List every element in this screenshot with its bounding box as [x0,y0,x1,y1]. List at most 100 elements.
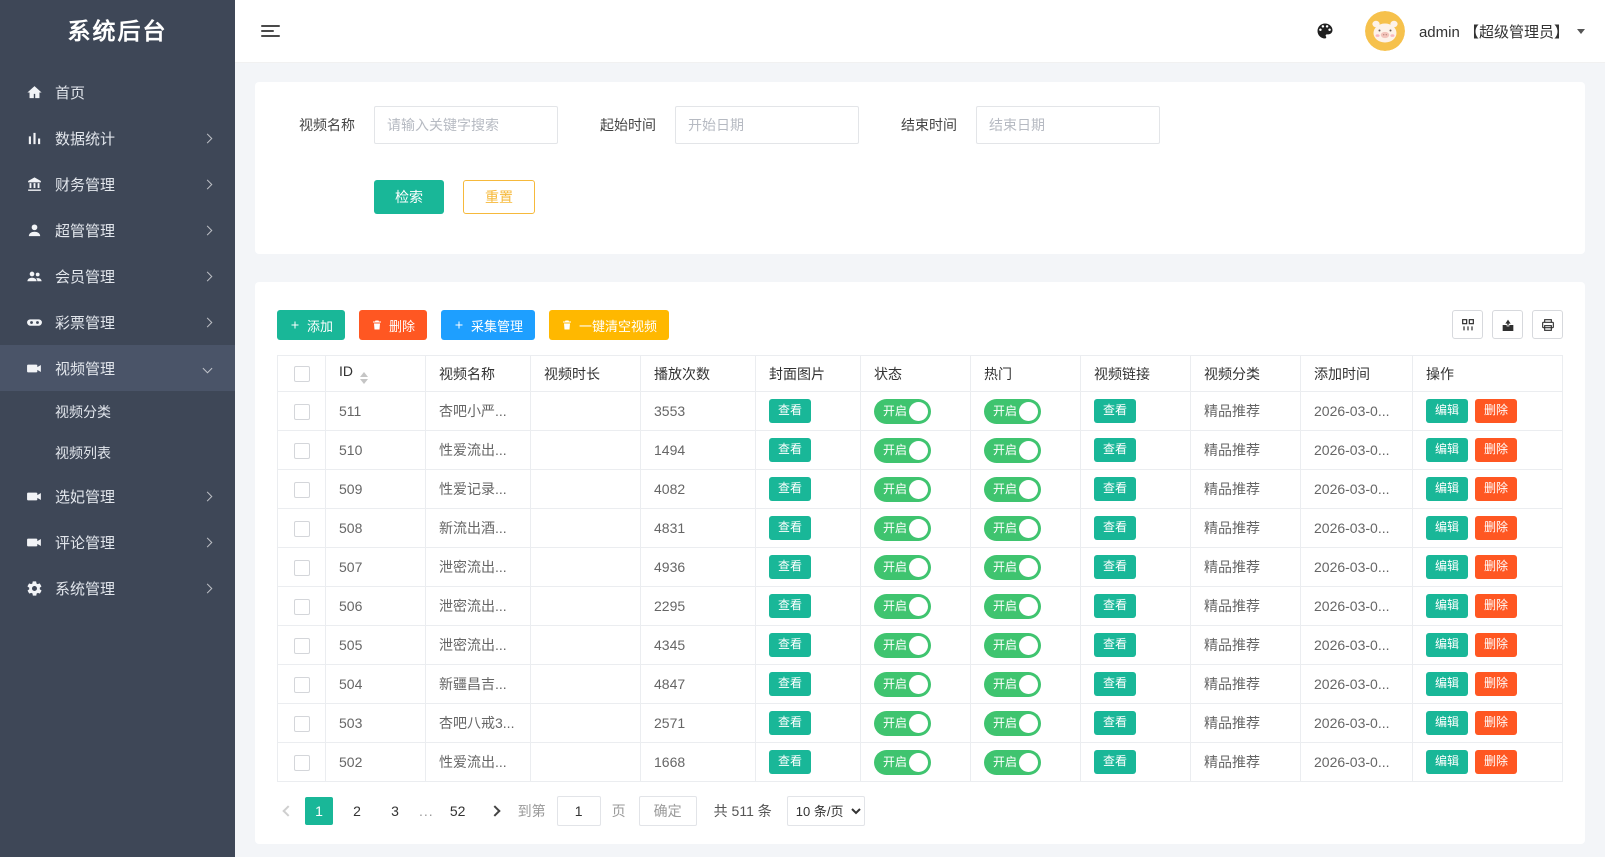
clear-videos-button[interactable]: 一键清空视频 [549,310,670,340]
link-view-button[interactable]: 查看 [1094,399,1137,423]
status-toggle[interactable]: 开启 [874,671,931,697]
link-view-button[interactable]: 查看 [1094,438,1137,462]
print-icon[interactable] [1532,310,1563,339]
hot-toggle[interactable]: 开启 [984,593,1041,619]
page-jump-input[interactable] [556,796,601,826]
edit-button[interactable]: 编辑 [1426,711,1469,735]
edit-button[interactable]: 编辑 [1426,438,1469,462]
row-checkbox[interactable] [293,598,310,615]
link-view-button[interactable]: 查看 [1094,477,1137,501]
sidebar-item-superadmin[interactable]: 超管管理 [0,207,235,253]
search-button[interactable]: 检索 [374,180,444,214]
status-toggle[interactable]: 开启 [874,749,931,775]
row-checkbox[interactable] [293,481,310,498]
hot-toggle[interactable]: 开启 [984,554,1041,580]
row-delete-button[interactable]: 删除 [1475,633,1518,657]
link-view-button[interactable]: 查看 [1094,516,1137,540]
edit-button[interactable]: 编辑 [1426,477,1469,501]
hot-toggle[interactable]: 开启 [984,515,1041,541]
row-checkbox[interactable] [293,715,310,732]
hot-toggle[interactable]: 开启 [984,632,1041,658]
edit-button[interactable]: 编辑 [1426,672,1469,696]
collect-manage-button[interactable]: 采集管理 [441,310,536,340]
cover-view-button[interactable]: 查看 [769,438,812,462]
status-toggle[interactable]: 开启 [874,593,931,619]
avatar[interactable] [1364,11,1405,51]
row-delete-button[interactable]: 删除 [1475,516,1518,540]
page-button-3[interactable]: 3 [381,797,409,825]
hot-toggle[interactable]: 开启 [984,476,1041,502]
cover-view-button[interactable]: 查看 [769,672,812,696]
cover-view-button[interactable]: 查看 [769,750,812,774]
status-toggle[interactable]: 开启 [874,710,931,736]
menu-toggle-icon[interactable] [261,22,281,40]
row-checkbox[interactable] [293,559,310,576]
row-delete-button[interactable]: 删除 [1475,672,1518,696]
cover-view-button[interactable]: 查看 [769,399,812,423]
status-toggle[interactable]: 开启 [874,515,931,541]
row-delete-button[interactable]: 删除 [1475,750,1518,774]
edit-button[interactable]: 编辑 [1426,750,1469,774]
next-page-button[interactable] [487,803,503,819]
hot-toggle[interactable]: 开启 [984,671,1041,697]
page-button-2[interactable]: 2 [343,797,371,825]
column-filter-icon[interactable] [1452,310,1483,339]
hot-toggle[interactable]: 开启 [984,710,1041,736]
row-delete-button[interactable]: 删除 [1475,438,1518,462]
palette-icon[interactable] [1315,21,1335,41]
delete-button[interactable]: 删除 [359,310,428,340]
status-toggle[interactable]: 开启 [874,437,931,463]
edit-button[interactable]: 编辑 [1426,399,1469,423]
status-toggle[interactable]: 开启 [874,476,931,502]
add-button[interactable]: 添加 [277,310,346,340]
sidebar-item-lottery[interactable]: 彩票管理 [0,299,235,345]
cover-view-button[interactable]: 查看 [769,477,812,501]
hot-toggle[interactable]: 开启 [984,749,1041,775]
edit-button[interactable]: 编辑 [1426,555,1469,579]
admin-dropdown[interactable]: admin 【超级管理员】 [1419,21,1585,42]
row-checkbox[interactable] [293,403,310,420]
start-date-input[interactable] [675,106,859,144]
link-view-button[interactable]: 查看 [1094,594,1137,618]
per-page-select[interactable]: 10 条/页 [786,796,865,826]
video-name-input[interactable] [374,106,558,144]
reset-button[interactable]: 重置 [463,180,535,214]
status-toggle[interactable]: 开启 [874,632,931,658]
cover-view-button[interactable]: 查看 [769,633,812,657]
row-delete-button[interactable]: 删除 [1475,711,1518,735]
row-checkbox[interactable] [293,754,310,771]
sidebar-subitem-video-list[interactable]: 视频列表 [0,432,235,473]
row-delete-button[interactable]: 删除 [1475,555,1518,579]
sidebar-item-home[interactable]: 首页 [0,69,235,115]
hot-toggle[interactable]: 开启 [984,398,1041,424]
status-toggle[interactable]: 开启 [874,398,931,424]
link-view-button[interactable]: 查看 [1094,555,1137,579]
row-checkbox[interactable] [293,442,310,459]
status-toggle[interactable]: 开启 [874,554,931,580]
sidebar-item-stats[interactable]: 数据统计 [0,115,235,161]
sidebar-item-comments[interactable]: 评论管理 [0,519,235,565]
row-checkbox[interactable] [293,520,310,537]
cover-view-button[interactable]: 查看 [769,555,812,579]
edit-button[interactable]: 编辑 [1426,633,1469,657]
page-button-52[interactable]: 52 [444,797,472,825]
row-checkbox[interactable] [293,676,310,693]
hot-toggle[interactable]: 开启 [984,437,1041,463]
cover-view-button[interactable]: 查看 [769,516,812,540]
edit-button[interactable]: 编辑 [1426,516,1469,540]
row-delete-button[interactable]: 删除 [1475,477,1518,501]
row-delete-button[interactable]: 删除 [1475,399,1518,423]
sidebar-item-concubine[interactable]: 选妃管理 [0,473,235,519]
sidebar-item-video[interactable]: 视频管理 [0,345,235,391]
link-view-button[interactable]: 查看 [1094,750,1137,774]
sidebar-item-system[interactable]: 系统管理 [0,565,235,611]
cover-view-button[interactable]: 查看 [769,594,812,618]
edit-button[interactable]: 编辑 [1426,594,1469,618]
row-delete-button[interactable]: 删除 [1475,594,1518,618]
confirm-button[interactable]: 确定 [638,796,697,826]
row-checkbox[interactable] [293,637,310,654]
sort-icon[interactable] [360,372,368,384]
sidebar-subitem-video-category[interactable]: 视频分类 [0,391,235,432]
link-view-button[interactable]: 查看 [1094,672,1137,696]
sidebar-item-members[interactable]: 会员管理 [0,253,235,299]
